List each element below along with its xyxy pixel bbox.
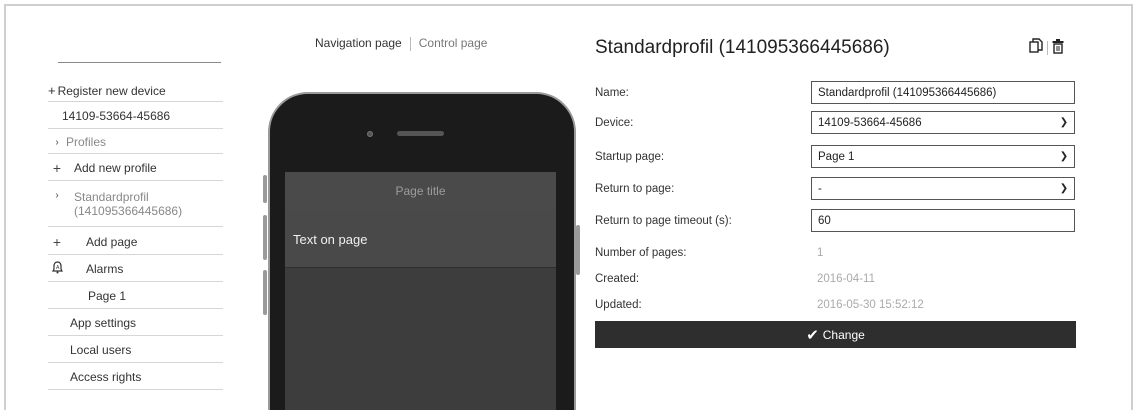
chevron-down-icon: ❯ [1059, 151, 1069, 162]
created-label: Created: [595, 273, 640, 285]
plus-icon: + [52, 160, 62, 176]
sidebar-item-label: Alarms [86, 262, 124, 276]
preview-text-element[interactable]: Text on page [285, 210, 556, 268]
phone-side-button [576, 225, 580, 275]
timeout-input[interactable]: 60 [811, 209, 1075, 232]
control-page-link[interactable]: Control page [419, 36, 488, 50]
sidebar-item-label: Register new device [57, 83, 166, 98]
plus-icon: + [52, 234, 62, 250]
sidebar-item-label: Access rights [70, 370, 142, 384]
chevron-down-icon: ❯ [1059, 117, 1069, 128]
device-label: Device: [595, 117, 634, 129]
sidebar-item-device[interactable]: 14109-53664-45686 [48, 104, 223, 129]
timeout-label: Return to page timeout (s): [595, 215, 732, 227]
sidebar-item-add-profile[interactable]: + Add new profile [48, 156, 223, 181]
trash-icon[interactable] [1052, 38, 1064, 57]
updated-label: Updated: [595, 299, 642, 311]
startup-page-value: Page 1 [818, 150, 855, 163]
pages-count-value: 1 [817, 247, 824, 259]
sidebar-item-alarms[interactable]: A Alarms [48, 257, 223, 282]
device-select[interactable]: 14109-53664-45686 ❯ [811, 111, 1075, 134]
preview-page-title[interactable]: Page title [285, 172, 556, 210]
sidebar-item-label: App settings [70, 316, 137, 330]
divider [1047, 40, 1048, 55]
pages-count-label: Number of pages: [595, 247, 687, 259]
phone-camera-icon [367, 131, 373, 137]
sidebar-item-label: 14109-53664-45686 [62, 109, 171, 123]
startup-page-select[interactable]: Page 1 ❯ [811, 145, 1075, 168]
sidebar-divider [58, 62, 221, 63]
device-value: 14109-53664-45686 [818, 116, 922, 129]
return-page-value: - [818, 182, 822, 195]
sidebar-item-label: Page 1 [88, 289, 127, 303]
divider [409, 36, 411, 51]
updated-value: 2016-05-30 15:52:12 [817, 299, 924, 311]
sidebar-item-register-device[interactable]: + Register new device [48, 80, 223, 102]
phone-speaker-icon [397, 131, 444, 136]
copy-icon[interactable] [1029, 38, 1043, 57]
sidebar-item-app-settings[interactable]: App settings [48, 311, 223, 336]
startup-page-label: Startup page: [595, 151, 665, 163]
sidebar-item-add-page[interactable]: + Add page [48, 230, 223, 255]
sidebar-item-page-1[interactable]: Page 1 [48, 284, 223, 309]
phone-side-button [263, 270, 267, 315]
sidebar-item-label: Standardprofil (141095366445686) [74, 190, 183, 218]
name-field[interactable]: Standardprofil (141095366445686) [811, 81, 1075, 104]
sidebar-item-label: Add page [86, 235, 138, 249]
page-title: Standardprofil (141095366445686) [595, 37, 890, 58]
sidebar-item-local-users[interactable]: Local users [48, 338, 223, 363]
phone-side-button [263, 215, 267, 260]
checkmark-icon: ✔ [806, 326, 819, 344]
title-actions [1029, 38, 1064, 57]
sidebar-item-access-rights[interactable]: Access rights [48, 365, 223, 390]
phone-side-button [263, 175, 267, 203]
plus-icon: + [48, 83, 56, 98]
navigation-page-link[interactable]: Navigation page [315, 36, 402, 50]
return-page-select[interactable]: - ❯ [811, 177, 1075, 200]
name-value: Standardprofil (141095366445686) [818, 86, 997, 99]
chevron-right-icon: › [55, 136, 59, 148]
change-button-label: Change [822, 327, 865, 342]
page-type-switcher: Navigation page Control page [315, 36, 487, 51]
name-label: Name: [595, 87, 629, 99]
chevron-right-icon: › [55, 190, 59, 201]
sidebar-item-label: Profiles [66, 135, 107, 149]
sidebar-item-standardprofil[interactable]: › Standardprofil (141095366445686) [48, 183, 223, 227]
sidebar-item-label: Add new profile [74, 161, 157, 175]
alarm-bell-icon: A [48, 261, 66, 277]
change-button[interactable]: ✔ Change [595, 321, 1076, 348]
timeout-value: 60 [818, 214, 831, 227]
return-page-label: Return to page: [595, 183, 675, 195]
sidebar-item-profiles[interactable]: › Profiles [48, 131, 223, 154]
sidebar-item-label: Local users [70, 343, 132, 357]
chevron-down-icon: ❯ [1059, 183, 1069, 194]
created-value: 2016-04-11 [817, 273, 875, 285]
svg-text:A: A [56, 265, 60, 271]
